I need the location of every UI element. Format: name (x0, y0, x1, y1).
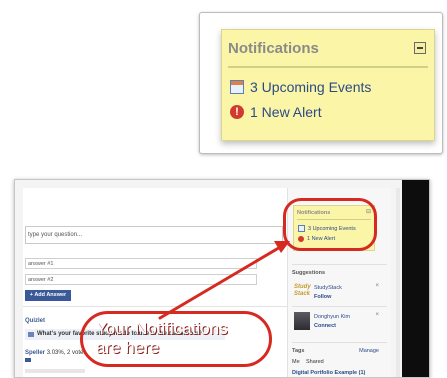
portfolio-link[interactable]: Digital Portfolio Example (1) (292, 370, 365, 376)
section-title: Quizlet (25, 318, 46, 324)
notifications-header: Notifications (228, 40, 428, 62)
manage-link[interactable]: Manage (359, 348, 379, 354)
calendar-icon (230, 80, 244, 94)
divider (292, 264, 387, 265)
question-input[interactable]: type your question... (25, 226, 283, 244)
follow-button[interactable]: Follow (314, 294, 331, 300)
new-alert-link[interactable]: ! 1 New Alert (230, 102, 322, 122)
new-alert-label: 1 New Alert (250, 104, 322, 120)
notifications-zoom-frame: Notifications 3 Upcoming Events ! 1 New … (199, 12, 443, 154)
poll-option-value: 3.03%, 2 votes (46, 350, 87, 356)
studystack-logo: Study Stack (294, 284, 311, 297)
callout-line-2: are here (96, 338, 160, 357)
suggestion-name[interactable]: StudyStack (314, 285, 342, 291)
divider (292, 342, 387, 343)
poll-option-label: Speller (25, 350, 46, 356)
answer-2-input[interactable]: answer #2 (25, 274, 257, 285)
tags-title: Tags (292, 348, 305, 354)
divider (23, 306, 288, 307)
avatar[interactable] (294, 312, 310, 330)
tag-shared[interactable]: Shared (306, 359, 324, 365)
upcoming-events-label: 3 Upcoming Events (250, 79, 372, 95)
alert-icon: ! (230, 105, 244, 119)
callout-line-1: Your Notifications (96, 319, 228, 338)
add-answer-button[interactable]: + Add Answer (25, 290, 71, 301)
scrollbar[interactable] (396, 188, 400, 377)
divider (228, 66, 428, 68)
suggestion-name[interactable]: Donghyun Kim (314, 314, 350, 320)
poll-bar (25, 358, 31, 362)
callout-label: Your Notifications are here (96, 319, 228, 357)
faded-text (25, 369, 85, 373)
poll-result: Speller 3.03%, 2 votes (25, 350, 86, 356)
answer-1-input[interactable]: answer #1 (25, 258, 257, 269)
connect-button[interactable]: Connect (314, 323, 336, 329)
divider (292, 306, 387, 307)
notifications-title: Notifications (228, 40, 319, 57)
upcoming-events-link[interactable]: 3 Upcoming Events (230, 77, 371, 97)
window-edge (402, 180, 429, 377)
suggestions-title: Suggestions (292, 270, 326, 276)
dismiss-icon[interactable]: × (375, 283, 379, 289)
notifications-panel: Notifications 3 Upcoming Events ! 1 New … (221, 29, 435, 141)
collapse-icon[interactable] (414, 42, 426, 54)
dismiss-icon[interactable]: × (375, 312, 379, 318)
tag-me[interactable]: Me (292, 359, 300, 365)
highlight-ring (283, 198, 377, 251)
